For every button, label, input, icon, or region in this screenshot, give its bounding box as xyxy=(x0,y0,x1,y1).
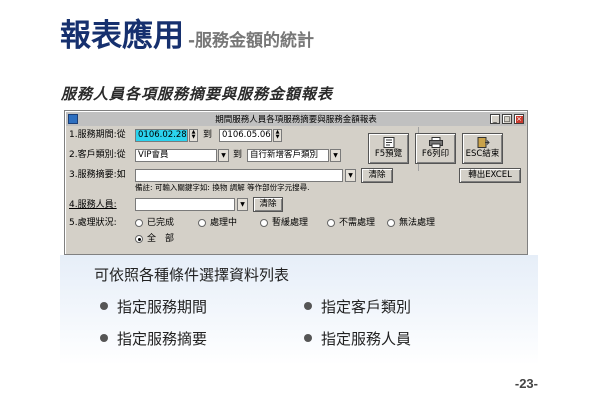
bullet-item: 指定服務摘要 xyxy=(100,328,207,349)
preview-button[interactable]: F5預覽 xyxy=(368,133,409,164)
exit-icon xyxy=(477,137,490,148)
bullet-item: 指定客戶類別 xyxy=(304,296,411,317)
summary-note: 備註: 可輸入關鍵字如: 換物 調解 等作部份字元搜尋. xyxy=(135,183,310,192)
customer-label: 2.客戶類別:從 xyxy=(69,150,126,160)
period-from-spinner[interactable]: ▲ ▼ xyxy=(189,129,198,142)
period-to-spinner[interactable]: ▲ ▼ xyxy=(273,129,282,142)
bullets-heading: 可依照各種條件選擇資料列表 xyxy=(94,266,290,284)
chevron-down-icon[interactable]: ▼ xyxy=(345,169,356,182)
customer-to-label: 到 xyxy=(233,150,243,160)
slide-subtitle: 服務人員各項服務摘要與服務金額報表 xyxy=(61,85,334,103)
bullet-dot xyxy=(304,302,312,310)
status-option-label: 不需處理 xyxy=(339,218,376,228)
staff-clear-button[interactable]: 清除 xyxy=(253,197,283,212)
status-radio-completed[interactable] xyxy=(135,219,143,227)
print-button[interactable]: F6列印 xyxy=(415,133,456,164)
status-radio-deferred[interactable] xyxy=(260,219,268,227)
period-to-label: 到 xyxy=(203,130,213,140)
status-option-label: 暫緩處理 xyxy=(272,218,309,228)
bullet-item: 指定服務人員 xyxy=(304,328,411,349)
summary-input[interactable] xyxy=(135,169,343,182)
bullet-text: 指定服務摘要 xyxy=(117,330,208,348)
bullet-item: 指定服務期間 xyxy=(100,296,207,317)
slide-title: 報表應用 -服務金額的統計 xyxy=(60,10,314,55)
period-label: 1.服務期間:從 xyxy=(69,130,126,140)
page-number: -23- xyxy=(514,376,538,391)
period-to-field[interactable]: 0106.05.06 xyxy=(219,129,272,142)
bullet-text: 指定服務人員 xyxy=(321,330,412,348)
staff-label: 4.服務人員: xyxy=(69,200,117,210)
staff-input[interactable] xyxy=(135,198,235,211)
status-label: 5.處理狀況: xyxy=(69,218,117,228)
bullet-dot xyxy=(100,334,108,342)
status-radio-unable[interactable] xyxy=(387,219,395,227)
status-radio-not-needed[interactable] xyxy=(327,219,335,227)
window-title: 期間服務人員各項服務摘要與服務金額報表 xyxy=(215,115,377,125)
bullet-text: 指定客戶類別 xyxy=(321,298,412,316)
summary-clear-button[interactable]: 清除 xyxy=(361,168,393,183)
bullet-dot xyxy=(100,302,108,310)
customer-from-select[interactable]: VIP會員 xyxy=(135,149,217,162)
maximize-button[interactable]: □ xyxy=(502,114,512,124)
printer-icon xyxy=(428,137,443,148)
status-radio-processing[interactable] xyxy=(198,219,206,227)
bullet-text: 指定服務期間 xyxy=(117,298,208,316)
preview-label: F5預覽 xyxy=(374,149,403,159)
slide-title-main: 報表應用 xyxy=(60,18,184,54)
minimize-button[interactable]: _ xyxy=(490,114,500,124)
print-label: F6列印 xyxy=(421,149,450,159)
status-option-label: 無法處理 xyxy=(399,218,436,228)
summary-label: 3.服務摘要:如 xyxy=(69,170,126,180)
export-excel-button[interactable]: 轉出EXCEL xyxy=(459,168,521,183)
status-option-label: 已完成 xyxy=(147,218,175,228)
status-radio-all[interactable] xyxy=(135,235,143,243)
chevron-down-icon[interactable]: ▼ xyxy=(237,198,248,211)
window-titlebar[interactable]: 期間服務人員各項服務摘要與服務金額報表 _ □ × xyxy=(66,112,526,126)
close-button[interactable]: × xyxy=(514,114,524,124)
report-window: 期間服務人員各項服務摘要與服務金額報表 _ □ × 1.服務期間:從 0106.… xyxy=(64,110,528,255)
status-option-label: 全 部 xyxy=(147,234,175,244)
period-from-field[interactable]: 0106.02.28 xyxy=(135,129,188,142)
exit-button[interactable]: ESC結束 xyxy=(462,133,503,164)
preview-icon xyxy=(383,137,394,148)
chevron-down-icon[interactable]: ▼ xyxy=(330,149,341,162)
exit-label: ESC結束 xyxy=(465,149,500,159)
slide-title-sub: -服務金額的統計 xyxy=(188,31,315,51)
chevron-down-icon[interactable]: ▼ xyxy=(218,149,229,162)
status-option-label: 處理中 xyxy=(210,218,238,228)
bullet-dot xyxy=(304,334,312,342)
customer-to-select[interactable]: 自行新增客戶類別 xyxy=(247,149,329,162)
